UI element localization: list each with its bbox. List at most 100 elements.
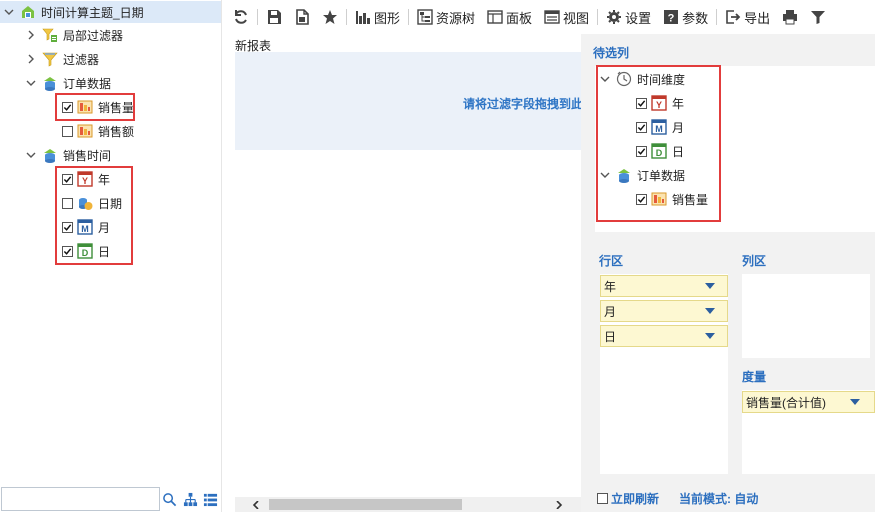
filter-drop-hint: 请将过滤字段拖拽到此: [463, 97, 581, 111]
toolbar-divider: [716, 9, 718, 25]
row-zone-item-month[interactable]: 月: [600, 300, 728, 322]
row-zone-item-label: 月: [604, 304, 617, 319]
chart-button[interactable]: 图形: [349, 5, 406, 29]
candidates-title: 待选列: [593, 46, 630, 60]
export-button-label: 导出: [744, 10, 771, 26]
favorite-button[interactable]: [316, 5, 344, 29]
row-zone-item-day[interactable]: 日: [600, 325, 728, 347]
column-zone[interactable]: [742, 274, 870, 358]
chevron-down-icon[interactable]: [2, 5, 16, 19]
print-icon: [783, 10, 798, 25]
params-button-label: 参数: [682, 10, 709, 26]
sales-amount-label: 销售额: [98, 124, 135, 139]
tree-item-order-data[interactable]: 订单数据: [24, 72, 111, 94]
help-params-icon: ?: [664, 10, 679, 25]
tree-search-box[interactable]: [1, 487, 160, 511]
dropdown-arrow-icon[interactable]: [705, 308, 715, 314]
tree-item-local-filter[interactable]: 局部过滤器: [24, 24, 123, 46]
main-toolbar: 图形 资源树 面板 视图 设置 ? 参数 导出: [227, 0, 875, 34]
chevron-down-icon[interactable]: [24, 76, 38, 90]
chevron-down-icon[interactable]: [24, 148, 38, 162]
list-view-icon[interactable]: [201, 490, 219, 508]
save-as-icon: [296, 9, 309, 25]
resource-tree-icon: [417, 9, 433, 25]
measure-icon: [77, 123, 93, 139]
star-icon: [323, 10, 337, 24]
tree-root-label: 时间计算主题_日期: [41, 5, 144, 20]
tree-field-sales-amount[interactable]: 销售额: [62, 120, 134, 142]
row-zone-item-label: 年: [604, 279, 617, 294]
params-button[interactable]: ? 参数: [657, 5, 714, 29]
scroll-left-icon[interactable]: [249, 498, 263, 511]
highlight-box-sales-qty: [55, 93, 135, 121]
save-button[interactable]: [260, 5, 288, 29]
filter-icon: [811, 11, 826, 24]
sales-time-label: 销售时间: [63, 148, 112, 163]
row-zone-item-label: 日: [604, 329, 617, 344]
filter-label: 过滤器: [63, 52, 100, 67]
refresh-button[interactable]: [227, 5, 255, 29]
panel-button-label: 面板: [506, 10, 533, 26]
search-icon[interactable]: [160, 490, 178, 508]
tree-item-sales-time[interactable]: 销售时间: [24, 144, 111, 166]
highlight-box-time-fields: [55, 166, 133, 265]
local-filter-label: 局部过滤器: [63, 28, 124, 43]
refresh-icon: [235, 10, 247, 24]
col-zone-title: 列区: [742, 254, 767, 268]
toolbar-divider: [346, 9, 347, 25]
settings-button-label: 设置: [625, 10, 652, 26]
horizontal-scrollbar[interactable]: [235, 497, 581, 512]
export-button[interactable]: 导出: [719, 5, 776, 29]
field-config-panel: 待选列 时间维度 Y 年 M 月 D 日 订单数据 销售量 行区 年 月 日 列…: [581, 34, 875, 512]
bar-chart-icon: [356, 11, 370, 24]
scrollbar-thumb[interactable]: [269, 499, 462, 510]
table-icon: [42, 75, 58, 91]
tree-view-icon[interactable]: [181, 490, 199, 508]
row-zone-title: 行区: [599, 254, 624, 268]
tree-root[interactable]: 时间计算主题_日期: [0, 1, 221, 23]
local-filter-icon: [42, 27, 58, 43]
checkbox-sales-amount[interactable]: [62, 125, 73, 137]
measure-zone-item-sales-qty[interactable]: 销售量(合计值): [742, 391, 875, 413]
table-icon: [42, 147, 58, 163]
measure-zone-item-label: 销售量(合计值): [746, 395, 826, 410]
panel-button[interactable]: 面板: [481, 5, 538, 29]
filter-icon: [42, 51, 58, 67]
candidates-list: 时间维度 Y 年 M 月 D 日 订单数据 销售量: [595, 65, 875, 232]
filter-button[interactable]: [804, 5, 832, 29]
resource-tree-button-label: 资源树: [436, 10, 476, 26]
panel-icon: [487, 10, 503, 24]
export-icon: [726, 10, 741, 24]
save-as-button[interactable]: [288, 5, 316, 29]
print-button[interactable]: [776, 5, 804, 29]
row-zone-item-year[interactable]: 年: [600, 275, 728, 297]
resource-tree-panel: 时间计算主题_日期 局部过滤器 过滤器 订单数据 销售量 销售额 销售时间 Y …: [0, 0, 222, 512]
gear-icon: [607, 10, 622, 24]
tree-search-input[interactable]: [2, 488, 159, 510]
scroll-right-icon[interactable]: [552, 498, 566, 511]
toolbar-divider: [257, 9, 258, 25]
dropdown-arrow-icon[interactable]: [850, 399, 860, 405]
tree-item-filter[interactable]: 过滤器: [24, 48, 99, 70]
chevron-right-icon[interactable]: [24, 28, 38, 42]
svg-text:?: ?: [668, 13, 675, 25]
checkbox-refresh-now[interactable]: [597, 493, 608, 504]
measure-zone-title: 度量: [742, 370, 767, 384]
toolbar-divider: [408, 9, 410, 25]
refresh-now-label[interactable]: 立即刷新: [611, 490, 659, 507]
chevron-right-icon[interactable]: [24, 52, 38, 66]
resource-tree-button[interactable]: 资源树: [411, 5, 481, 29]
view-icon: [544, 10, 560, 24]
view-button-label: 视图: [563, 10, 590, 26]
view-button[interactable]: 视图: [538, 5, 595, 29]
filter-drop-zone[interactable]: 请将过滤字段拖拽到此: [235, 52, 581, 150]
dropdown-arrow-icon[interactable]: [705, 333, 715, 339]
dropdown-arrow-icon[interactable]: [705, 283, 715, 289]
save-icon: [268, 10, 281, 24]
toolbar-divider: [597, 9, 599, 25]
highlight-box-candidates: [596, 65, 721, 222]
refresh-mode-bar: 立即刷新 当前模式: 自动: [597, 490, 758, 507]
chart-button-label: 图形: [374, 10, 401, 26]
settings-button[interactable]: 设置: [600, 5, 657, 29]
theme-icon: [20, 4, 36, 20]
